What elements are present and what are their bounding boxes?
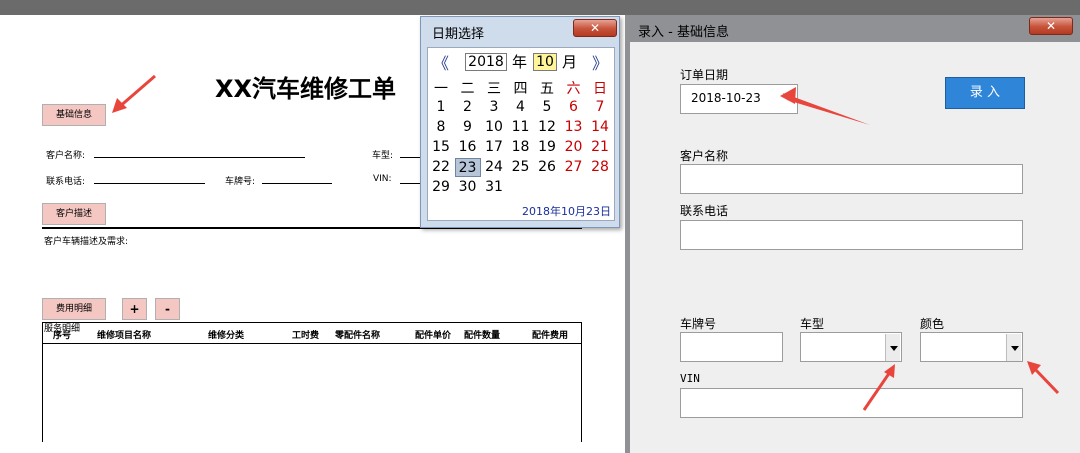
calendar-day[interactable]: 5 <box>534 98 560 117</box>
calendar-day[interactable]: 19 <box>534 138 560 157</box>
car-model-line <box>400 157 422 158</box>
calendar-day[interactable]: 18 <box>508 138 534 157</box>
calendar-day[interactable]: 10 <box>481 118 507 137</box>
service-table: 序号 维修项目名称 维修分类 工时费 零配件名称 配件单价 配件数量 配件费用 <box>42 322 582 442</box>
calendar-day[interactable]: 20 <box>561 138 587 157</box>
col-header: 工时费 <box>292 331 320 341</box>
calendar-day[interactable]: 22 <box>428 158 454 177</box>
car-model-label: 车型: <box>372 151 394 161</box>
col-header: 维修项目名称 <box>97 331 152 341</box>
model-label: 车型 <box>800 317 825 331</box>
month-field[interactable]: 10 <box>533 53 557 71</box>
cost-detail-button[interactable]: 费用明细 <box>42 298 106 320</box>
calendar-day[interactable]: 28 <box>587 158 613 177</box>
prev-month-button[interactable]: 《 <box>433 50 449 74</box>
month-suffix: 月 <box>562 53 578 71</box>
calendar-day[interactable]: 25 <box>508 158 534 177</box>
calendar-day[interactable]: 13 <box>561 118 587 137</box>
weekday-header: 六 <box>566 81 581 97</box>
col-header: 配件费用 <box>532 331 569 341</box>
app-top-bar <box>0 0 1080 15</box>
desc-label: 客户车辆描述及需求: <box>44 237 129 247</box>
year-field[interactable]: 2018 <box>465 53 507 71</box>
calendar-day[interactable]: 12 <box>534 118 560 137</box>
calendar-day[interactable]: 2 <box>455 98 481 117</box>
next-month-button[interactable]: 》 <box>592 50 608 74</box>
year-suffix: 年 <box>512 53 528 71</box>
calendar-day[interactable]: 8 <box>428 118 454 137</box>
order-date-field[interactable]: 2018-10-23 <box>680 84 798 114</box>
chevron-down-icon[interactable] <box>1006 334 1021 361</box>
plate-label: 车牌号 <box>680 317 717 331</box>
weekday-header: 三 <box>487 81 501 97</box>
customer-name-line <box>94 157 305 158</box>
add-row-button[interactable]: + <box>122 298 147 320</box>
form-close-button[interactable]: ✕ <box>1029 17 1073 35</box>
phone-label: 联系电话 <box>680 204 729 218</box>
form-window-title: 录入 - 基础信息 <box>638 25 729 40</box>
color-label: 颜色 <box>920 317 945 331</box>
calendar-day[interactable]: 29 <box>428 178 454 197</box>
calendar-day[interactable]: 31 <box>481 178 507 197</box>
weekday-header: 二 <box>460 81 475 97</box>
calendar-day[interactable]: 1 <box>428 98 454 117</box>
calendar-day[interactable]: 30 <box>455 178 481 197</box>
col-header: 配件数量 <box>464 331 501 341</box>
selected-date-footer: 2018年10月23日 <box>522 205 611 218</box>
submit-button[interactable]: 录 入 <box>945 77 1025 109</box>
date-picker-window: 日期选择 ✕ 《 2018 年 10 月 》 一二三四五六日 123456789… <box>420 16 620 228</box>
phone-line <box>94 183 205 184</box>
date-picker-title: 日期选择 <box>432 27 485 42</box>
calendar-day[interactable]: 24 <box>481 158 507 177</box>
model-combobox[interactable] <box>800 332 902 362</box>
vin-label: VIN: <box>373 174 392 184</box>
remove-row-button[interactable]: - <box>155 298 180 320</box>
calendar-day[interactable]: 9 <box>455 118 481 137</box>
calendar-day[interactable]: 26 <box>534 158 560 177</box>
vin-line <box>400 183 422 184</box>
customer-desc-button[interactable]: 客户描述 <box>42 203 106 225</box>
basic-info-button[interactable]: 基础信息 <box>42 104 106 126</box>
calendar-day[interactable]: 27 <box>561 158 587 177</box>
calendar-day[interactable]: 3 <box>481 98 507 117</box>
calendar-day[interactable]: 4 <box>508 98 534 117</box>
sheet-title: XX汽车维修工单 <box>215 75 397 103</box>
plate-field[interactable] <box>680 332 783 362</box>
plate-label: 车牌号: <box>225 177 256 187</box>
weekday-header: 日 <box>593 81 607 97</box>
customer-name-field[interactable] <box>680 164 1023 194</box>
plate-line <box>262 183 332 184</box>
basic-info-form-window: 录入 - 基础信息 ✕ 订单日期 2018-10-23 录 入 客户名称 联系电… <box>625 15 1080 453</box>
weekday-header: 一 <box>434 81 448 97</box>
calendar-body: 《 2018 年 10 月 》 一二三四五六日 1 2 3 4 5 6 7 8 9 10 11 12 1… <box>427 47 615 221</box>
vin-label: VIN <box>680 372 700 385</box>
calendar-day[interactable]: 23 <box>454 158 481 177</box>
weekday-header: 四 <box>513 81 528 97</box>
calendar-day[interactable]: 7 <box>587 98 613 117</box>
chevron-down-icon[interactable] <box>885 334 900 361</box>
form-client-area: 订单日期 2018-10-23 录 入 客户名称 联系电话 车牌号 车型 颜色 … <box>630 42 1080 453</box>
phone-field[interactable] <box>680 220 1023 250</box>
service-table-header: 序号 维修项目名称 维修分类 工时费 零配件名称 配件单价 配件数量 配件费用 <box>43 323 581 344</box>
date-picker-close-button[interactable]: ✕ <box>573 19 617 37</box>
col-header: 维修分类 <box>208 331 245 341</box>
calendar-day[interactable]: 15 <box>428 138 454 157</box>
weekday-header: 五 <box>540 81 554 97</box>
phone-label: 联系电话: <box>46 177 86 187</box>
calendar-day[interactable]: 6 <box>561 98 587 117</box>
calendar-day[interactable]: 14 <box>587 118 613 137</box>
col-header: 序号 <box>53 331 72 341</box>
calendar-day[interactable]: 17 <box>481 138 507 157</box>
calendar-day[interactable]: 21 <box>587 138 613 157</box>
order-date-label: 订单日期 <box>680 68 729 82</box>
col-header: 零配件名称 <box>335 331 381 341</box>
calendar-day[interactable]: 16 <box>455 138 481 157</box>
color-combobox[interactable] <box>920 332 1023 362</box>
customer-name-label: 客户名称: <box>46 151 86 161</box>
col-header: 配件单价 <box>415 331 452 341</box>
customer-name-label: 客户名称 <box>680 149 729 163</box>
calendar-day[interactable]: 11 <box>508 118 534 137</box>
vin-field[interactable] <box>680 388 1023 418</box>
